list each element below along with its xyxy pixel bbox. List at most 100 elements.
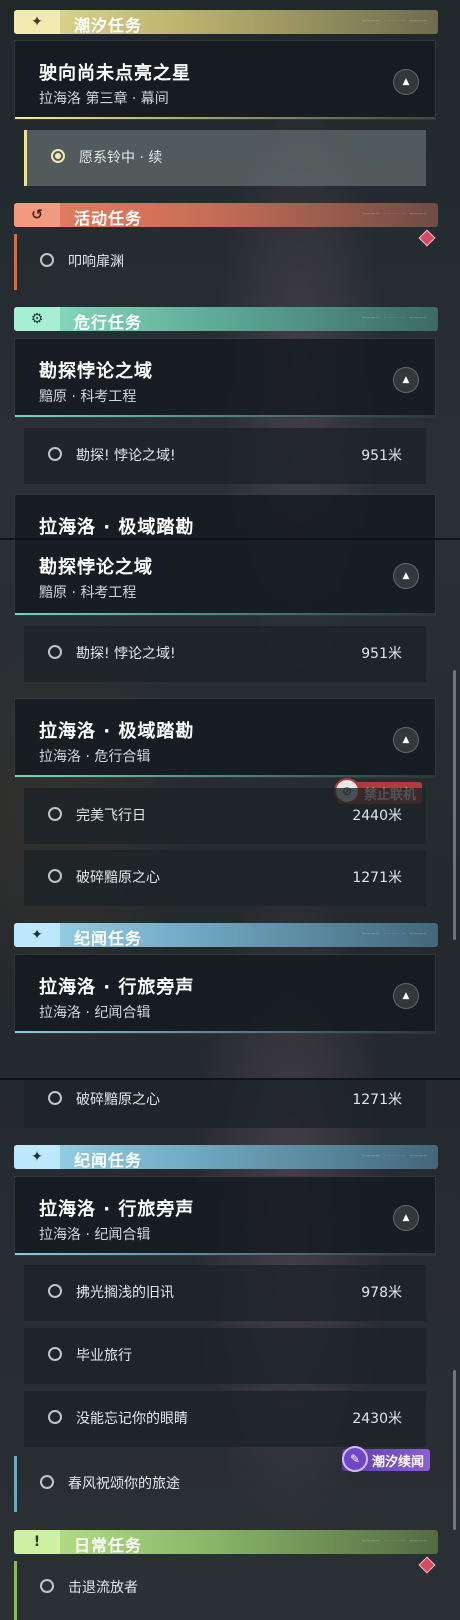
card-underline (15, 415, 435, 417)
radio-icon (40, 1579, 54, 1593)
sparkle-icon: ✦ (14, 1145, 60, 1169)
section-header-activity: ↺ 活动任务 ──── ········ ──── (14, 203, 438, 227)
quest-row-shatter[interactable]: 破碎黯原之心 1271米 (24, 1080, 426, 1128)
quest-label: 叩响扉渊 (68, 254, 124, 270)
sparkle-icon: ✦ (14, 10, 60, 34)
chevron-up-icon: ▲ (402, 1213, 410, 1223)
quest-card-explore[interactable]: 勘探悖论之域 黯原 · 科考工程 ▲ (14, 540, 436, 616)
alert-diamond-icon (418, 1556, 436, 1574)
scrollbar[interactable] (453, 1370, 456, 1530)
chevron-up-icon: ▲ (402, 77, 410, 87)
alert-diamond-icon (418, 229, 436, 247)
card-title: 勘探悖论之域 (39, 557, 153, 578)
chevron-up-icon: ▲ (402, 375, 410, 385)
quest-label: 破碎黯原之心 (76, 870, 160, 886)
radio-icon (48, 1410, 62, 1424)
quest-card-polar[interactable]: 拉海洛 · 极域踏勘 拉海洛 · 危行合辑 ▲ (14, 698, 436, 778)
scrollbar[interactable] (453, 670, 456, 940)
quest-label: 击退流放者 (68, 1580, 138, 1596)
gear-eye-icon: ⚙ (14, 307, 60, 331)
quest-card-polar-partial[interactable]: 拉海洛 · 极域踏勘 (14, 494, 436, 538)
collapse-button[interactable]: ▲ (393, 727, 419, 753)
section-title: 纪闻任务 (74, 1151, 143, 1169)
quest-card-travel[interactable]: 拉海洛 · 行旅旁声 拉海洛 · 纪闻合辑 ▲ (14, 1176, 436, 1256)
quest-card-tide[interactable]: 驶向尚未点亮之星 拉海洛 第三章 · 幕间 ▲ (14, 40, 436, 120)
quest-distance: 2430米 (352, 1411, 402, 1427)
collapse-button[interactable]: ▲ (393, 563, 419, 589)
header-decoration: ──── ········ ──── (362, 1538, 428, 1545)
section-header-story: ✦ 纪闻任务 ──── ········ ──── (14, 923, 438, 947)
card-subtitle: 拉海洛 第三章 · 幕间 (39, 91, 169, 107)
quest-row-spring[interactable]: 春风祝颂你的旅途 (14, 1456, 416, 1512)
section-header-danger: ⚙ 危行任务 ──── ········ ──── (14, 307, 438, 331)
quest-label: 拂光搁浅的旧讯 (76, 1285, 174, 1301)
quest-label: 勘探! 悖论之域! (76, 646, 176, 662)
chevron-up-icon: ▲ (402, 571, 410, 581)
quest-card-explore[interactable]: 勘探悖论之域 黯原 · 科考工程 ▲ (14, 338, 436, 418)
card-underline (15, 775, 435, 777)
card-subtitle: 拉海洛 · 纪闻合辑 (39, 1005, 151, 1021)
return-icon: ↺ (14, 203, 60, 227)
quest-label: 破碎黯原之心 (76, 1092, 160, 1108)
card-underline (15, 117, 435, 119)
collapse-button[interactable]: ▲ (393, 367, 419, 393)
screen-segment-1: ✦ 潮汐任务 ──── ········ ──── 驶向尚未点亮之星 拉海洛 第… (0, 0, 460, 538)
card-title: 拉海洛 · 行旅旁声 (39, 977, 195, 998)
radio-icon (48, 1347, 62, 1361)
quest-row-flight[interactable]: 完美飞行日 2440米 (24, 788, 426, 844)
quest-label: 没能忘记你的眼睛 (76, 1411, 188, 1427)
quest-row-shatter[interactable]: 破碎黯原之心 1271米 (24, 850, 426, 906)
radio-icon (48, 447, 62, 461)
sparkle-icon: ✦ (14, 923, 60, 947)
collapse-button[interactable]: ▲ (393, 983, 419, 1009)
section-title: 活动任务 (74, 209, 143, 227)
card-title: 勘探悖论之域 (39, 361, 153, 382)
header-decoration: ──── ········ ──── (362, 931, 428, 938)
exclamation-icon: ! (14, 1530, 60, 1554)
radio-icon (48, 645, 62, 659)
header-decoration: ──── ········ ──── (362, 18, 428, 25)
card-underline (15, 1031, 435, 1033)
radio-icon (40, 253, 54, 267)
quest-label: 春风祝颂你的旅途 (68, 1476, 180, 1492)
radio-icon (48, 869, 62, 883)
card-subtitle: 黯原 · 科考工程 (39, 389, 137, 405)
quest-row-explore[interactable]: 勘探! 悖论之域! 951米 (24, 626, 426, 682)
radio-icon (48, 1284, 62, 1298)
header-decoration: ──── ········ ──── (362, 1153, 428, 1160)
card-underline (15, 1253, 435, 1255)
collapse-button[interactable]: ▲ (393, 69, 419, 95)
card-subtitle: 黯原 · 科考工程 (39, 585, 137, 601)
section-header-daily: ! 日常任务 ──── ········ ──── (14, 1530, 438, 1554)
card-subtitle: 拉海洛 · 纪闻合辑 (39, 1227, 151, 1243)
radio-selected-icon (51, 149, 65, 163)
header-decoration: ──── ········ ──── (362, 211, 428, 218)
section-header-tide: ✦ 潮汐任务 ──── ········ ──── (14, 10, 438, 34)
quest-row-eyes[interactable]: 没能忘记你的眼睛 2430米 (24, 1391, 426, 1447)
quest-distance: 1271米 (352, 1092, 402, 1108)
quest-card-travel[interactable]: 拉海洛 · 行旅旁声 拉海洛 · 纪闻合辑 ▲ (14, 954, 436, 1034)
quest-row-repel[interactable]: 击退流放者 (14, 1560, 416, 1616)
quest-row-knock[interactable]: 叩响扉渊 (14, 234, 416, 290)
section-title: 纪闻任务 (74, 929, 143, 947)
quest-row-graduate[interactable]: 毕业旅行 (24, 1328, 426, 1384)
quest-row-explore[interactable]: 勘探! 悖论之域! 951米 (24, 428, 426, 484)
radio-icon (40, 1475, 54, 1489)
quest-row-wish[interactable]: 愿系铃中 · 续 (24, 130, 426, 186)
screen-segment-3: 破碎黯原之心 1271米 ✦ 纪闻任务 ──── ········ ──── 拉… (0, 1080, 460, 1620)
card-title: 拉海洛 · 极域踏勘 (39, 517, 195, 538)
section-header-story: ✦ 纪闻任务 ──── ········ ──── (14, 1145, 438, 1169)
quest-row-light[interactable]: 拂光搁浅的旧讯 978米 (24, 1265, 426, 1321)
section-title: 日常任务 (74, 1536, 143, 1554)
quest-distance: 978米 (361, 1285, 402, 1301)
section-title: 潮汐任务 (74, 16, 143, 34)
quest-label: 毕业旅行 (76, 1348, 132, 1364)
quest-distance: 2440米 (352, 808, 402, 824)
section-title: 危行任务 (74, 313, 143, 331)
collapse-button[interactable]: ▲ (393, 1205, 419, 1231)
chevron-up-icon: ▲ (402, 991, 410, 1001)
screen-segment-2: 勘探悖论之域 黯原 · 科考工程 ▲ 勘探! 悖论之域! 951米 拉海洛 · … (0, 540, 460, 1078)
card-subtitle: 拉海洛 · 危行合辑 (39, 749, 151, 765)
radio-icon (48, 1091, 62, 1105)
card-title: 驶向尚未点亮之星 (39, 63, 191, 84)
